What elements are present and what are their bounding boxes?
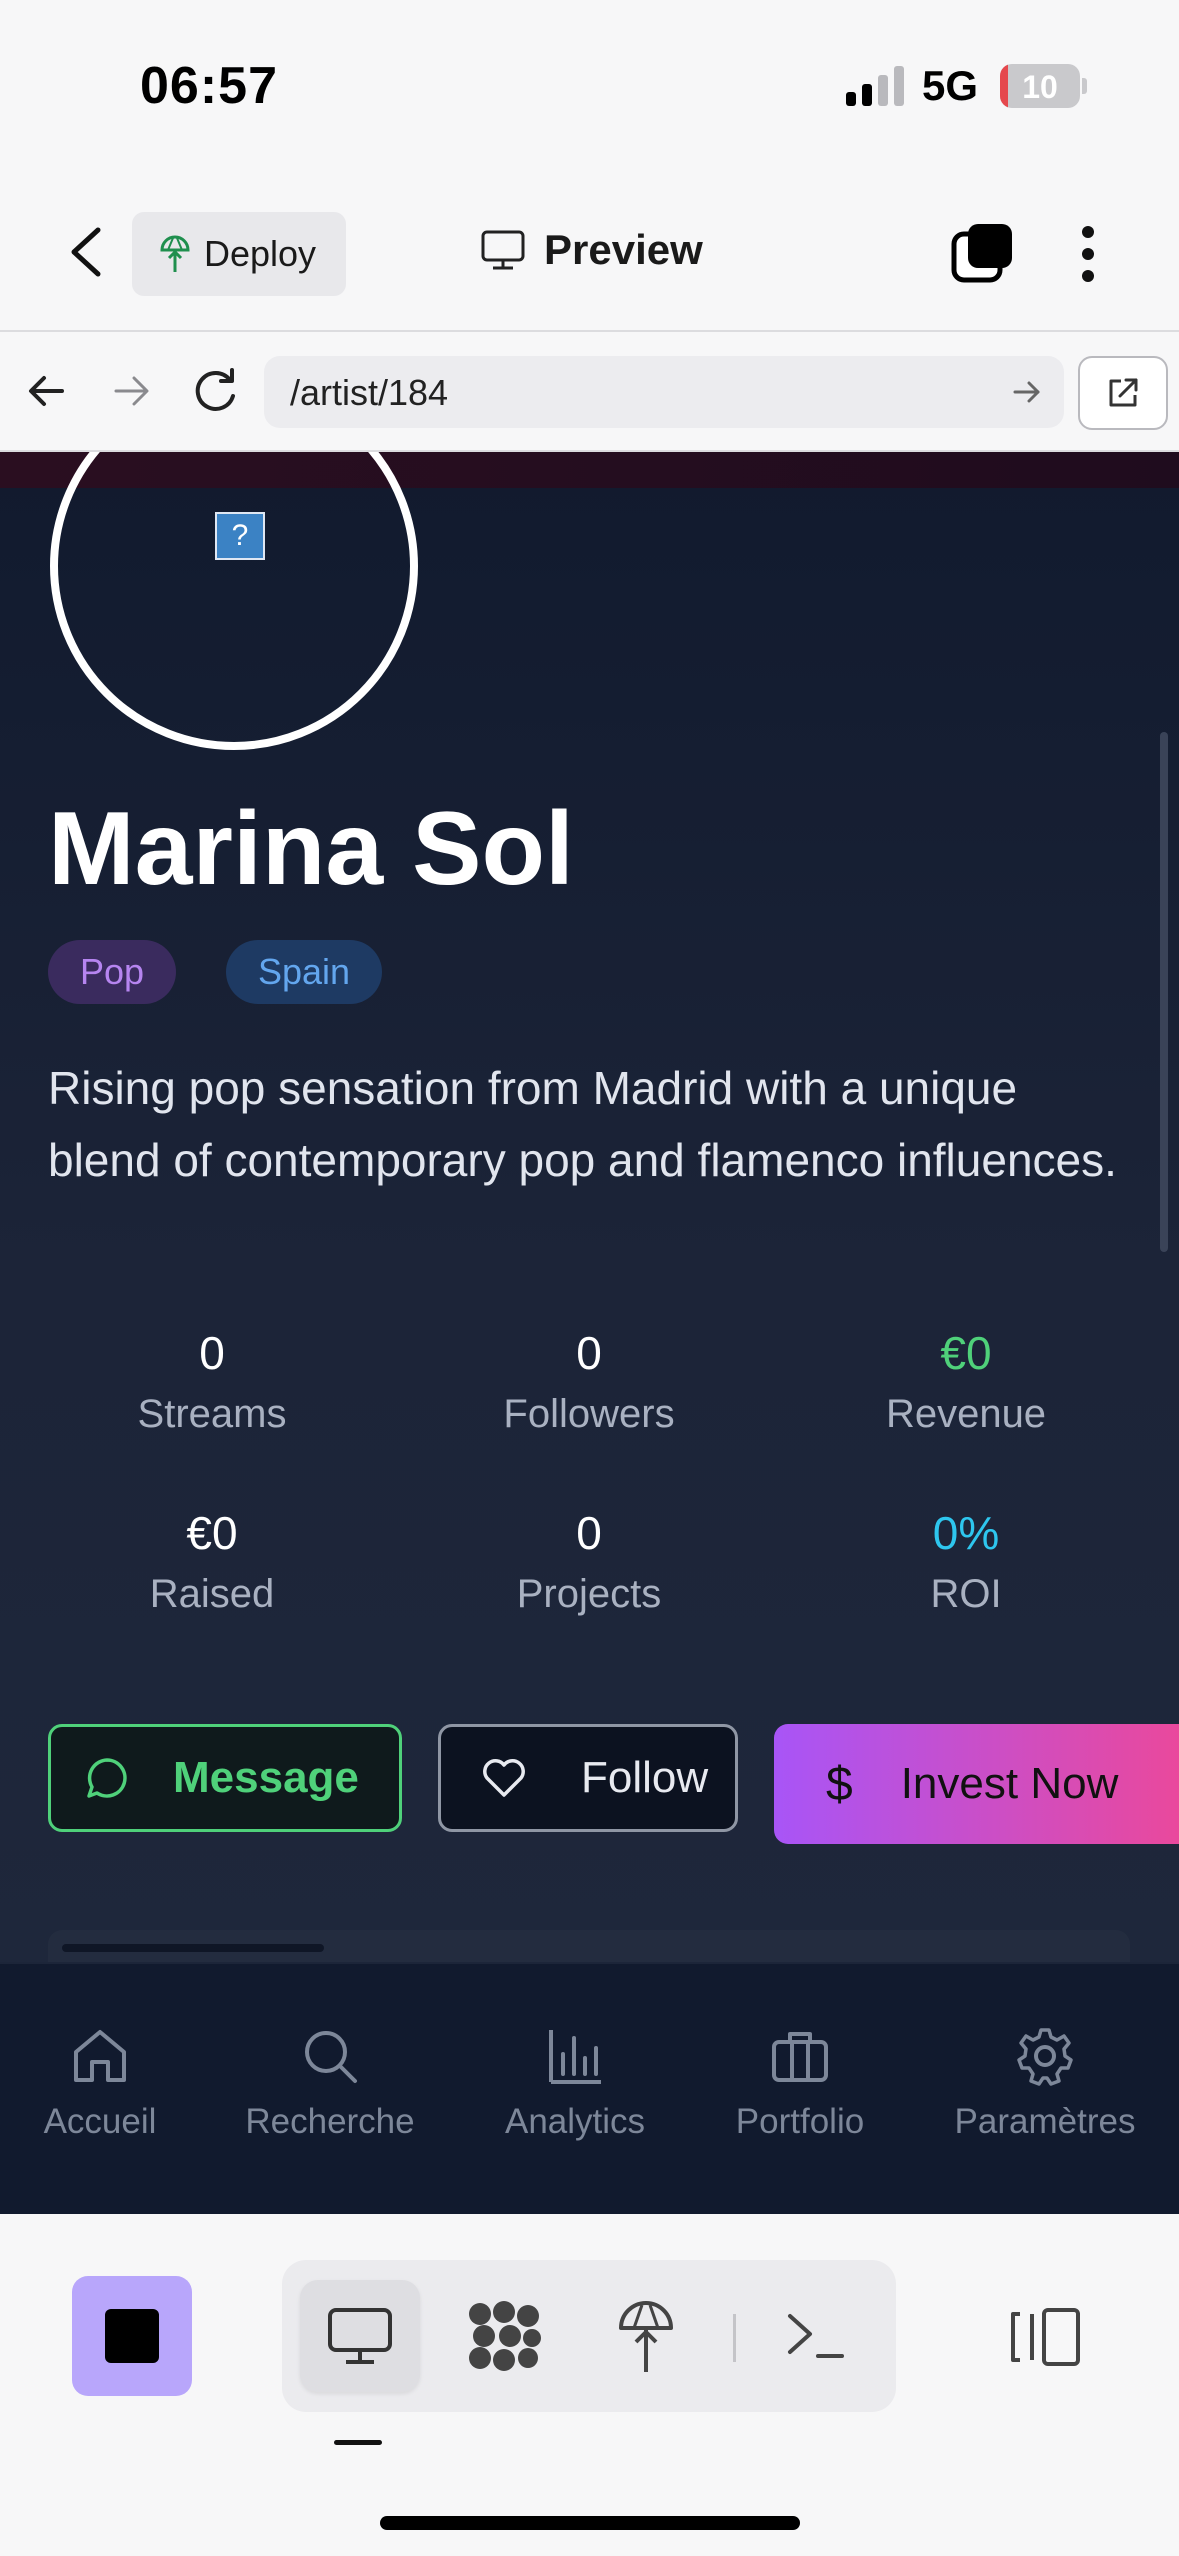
home-indicator[interactable] bbox=[380, 2516, 800, 2530]
nav-label: Portfolio bbox=[735, 2102, 865, 2141]
stat-value: 0 bbox=[576, 1327, 602, 1379]
follow-button[interactable]: Follow bbox=[438, 1724, 738, 1832]
layers-icon[interactable] bbox=[950, 222, 1014, 284]
chat-bubble-icon bbox=[87, 1758, 127, 1798]
apps-icon[interactable] bbox=[466, 2300, 542, 2372]
deploy-icon[interactable] bbox=[616, 2298, 676, 2376]
broken-image-icon: ? bbox=[215, 512, 265, 560]
card-tab-indicator bbox=[62, 1944, 324, 1952]
toolbar-divider bbox=[733, 2314, 736, 2362]
stat-value: €0 bbox=[940, 1327, 992, 1379]
artist-name: Marina Sol bbox=[48, 791, 574, 907]
preview-label: Preview bbox=[544, 226, 703, 273]
follow-label: Follow bbox=[581, 1753, 709, 1802]
message-label: Message bbox=[173, 1753, 359, 1802]
nav-item-accueil[interactable]: Accueil bbox=[20, 1964, 180, 2216]
stat-followers: 0 Followers bbox=[409, 1326, 769, 1437]
signal-icon bbox=[846, 66, 904, 106]
stat-raised: €0 Raised bbox=[32, 1506, 392, 1617]
stat-value: 0 bbox=[576, 1507, 602, 1559]
nav-label: Accueil bbox=[43, 2102, 157, 2141]
nav-item-recherche[interactable]: Recherche bbox=[230, 1964, 430, 2216]
stat-label: Streams bbox=[137, 1392, 287, 1436]
battery-nub bbox=[1082, 78, 1087, 94]
more-options-icon[interactable] bbox=[1078, 224, 1098, 284]
deploy-button[interactable]: Deploy bbox=[132, 212, 346, 296]
stat-revenue: €0 Revenue bbox=[786, 1326, 1146, 1437]
network-label: 5G bbox=[922, 62, 979, 109]
reload-icon[interactable] bbox=[190, 366, 240, 416]
back-icon[interactable] bbox=[60, 222, 112, 282]
status-time: 06:57 bbox=[140, 57, 278, 115]
stat-value: €0 bbox=[186, 1507, 238, 1559]
stop-icon bbox=[105, 2309, 159, 2363]
open-external-button[interactable] bbox=[1078, 356, 1168, 430]
nav-label: Analytics bbox=[504, 2102, 646, 2141]
external-link-icon bbox=[1109, 378, 1138, 407]
url-text: /artist/184 bbox=[290, 372, 449, 413]
stat-label: Projects bbox=[516, 1572, 662, 1616]
nav-label: Recherche bbox=[245, 2102, 415, 2141]
dollar-icon: $ bbox=[826, 1757, 853, 1811]
terminal-icon[interactable] bbox=[786, 2310, 846, 2362]
artist-bio: Rising pop sensation from Madrid with a … bbox=[48, 1062, 1117, 1186]
go-arrow-icon[interactable] bbox=[1012, 378, 1042, 406]
message-button[interactable]: Message bbox=[48, 1724, 402, 1832]
deploy-label: Deploy bbox=[204, 233, 317, 274]
browser-back-icon[interactable] bbox=[26, 370, 68, 412]
stat-value: 0% bbox=[932, 1507, 1000, 1559]
country-tag: Spain bbox=[226, 940, 383, 1004]
stat-roi: 0% ROI bbox=[786, 1506, 1146, 1617]
url-input[interactable]: /artist/184 bbox=[264, 356, 1064, 428]
battery-percent: 10 bbox=[1022, 69, 1058, 105]
nav-item-parametres[interactable]: Paramètres bbox=[935, 1964, 1155, 2216]
stat-label: ROI bbox=[930, 1572, 1002, 1616]
battery-icon: 10 bbox=[1000, 64, 1080, 108]
invest-label: Invest Now bbox=[900, 1759, 1119, 1808]
bar-chart-icon bbox=[549, 2030, 601, 2084]
stat-value: 0 bbox=[199, 1327, 225, 1379]
stat-label: Revenue bbox=[885, 1392, 1047, 1436]
invest-now-button[interactable]: $ Invest Now bbox=[774, 1724, 1179, 1844]
stat-streams: 0 Streams bbox=[32, 1326, 392, 1437]
artist-avatar bbox=[50, 452, 418, 750]
nav-item-portfolio[interactable]: Portfolio bbox=[720, 1964, 880, 2216]
heart-icon bbox=[483, 1759, 525, 1797]
stat-projects: 0 Projects bbox=[409, 1506, 769, 1617]
monitor-icon bbox=[481, 230, 525, 270]
home-icon bbox=[74, 2030, 126, 2082]
gear-icon bbox=[1017, 2028, 1073, 2086]
monitor-icon bbox=[328, 2308, 392, 2364]
genre-tag: Pop bbox=[48, 940, 177, 1004]
stat-label: Followers bbox=[503, 1392, 675, 1436]
browser-forward-icon[interactable] bbox=[110, 370, 152, 412]
deploy-icon bbox=[160, 235, 190, 272]
active-tab-indicator bbox=[334, 2440, 382, 2445]
scrollbar[interactable] bbox=[1160, 732, 1168, 1252]
nav-label: Paramètres bbox=[954, 2102, 1136, 2141]
preview-tab[interactable]: Preview bbox=[480, 226, 703, 274]
split-view-icon[interactable] bbox=[1010, 2306, 1082, 2368]
stat-label: Raised bbox=[149, 1572, 275, 1616]
briefcase-icon bbox=[772, 2032, 828, 2082]
search-icon bbox=[305, 2031, 357, 2083]
stop-button[interactable] bbox=[72, 2276, 192, 2396]
nav-item-analytics[interactable]: Analytics bbox=[485, 1964, 665, 2216]
bottom-nav: Accueil Recherche Analytics Portfolio Pa… bbox=[0, 1962, 1179, 2216]
artist-profile: ? Marina Sol Pop Spain Rising pop sensat… bbox=[0, 452, 1179, 1962]
